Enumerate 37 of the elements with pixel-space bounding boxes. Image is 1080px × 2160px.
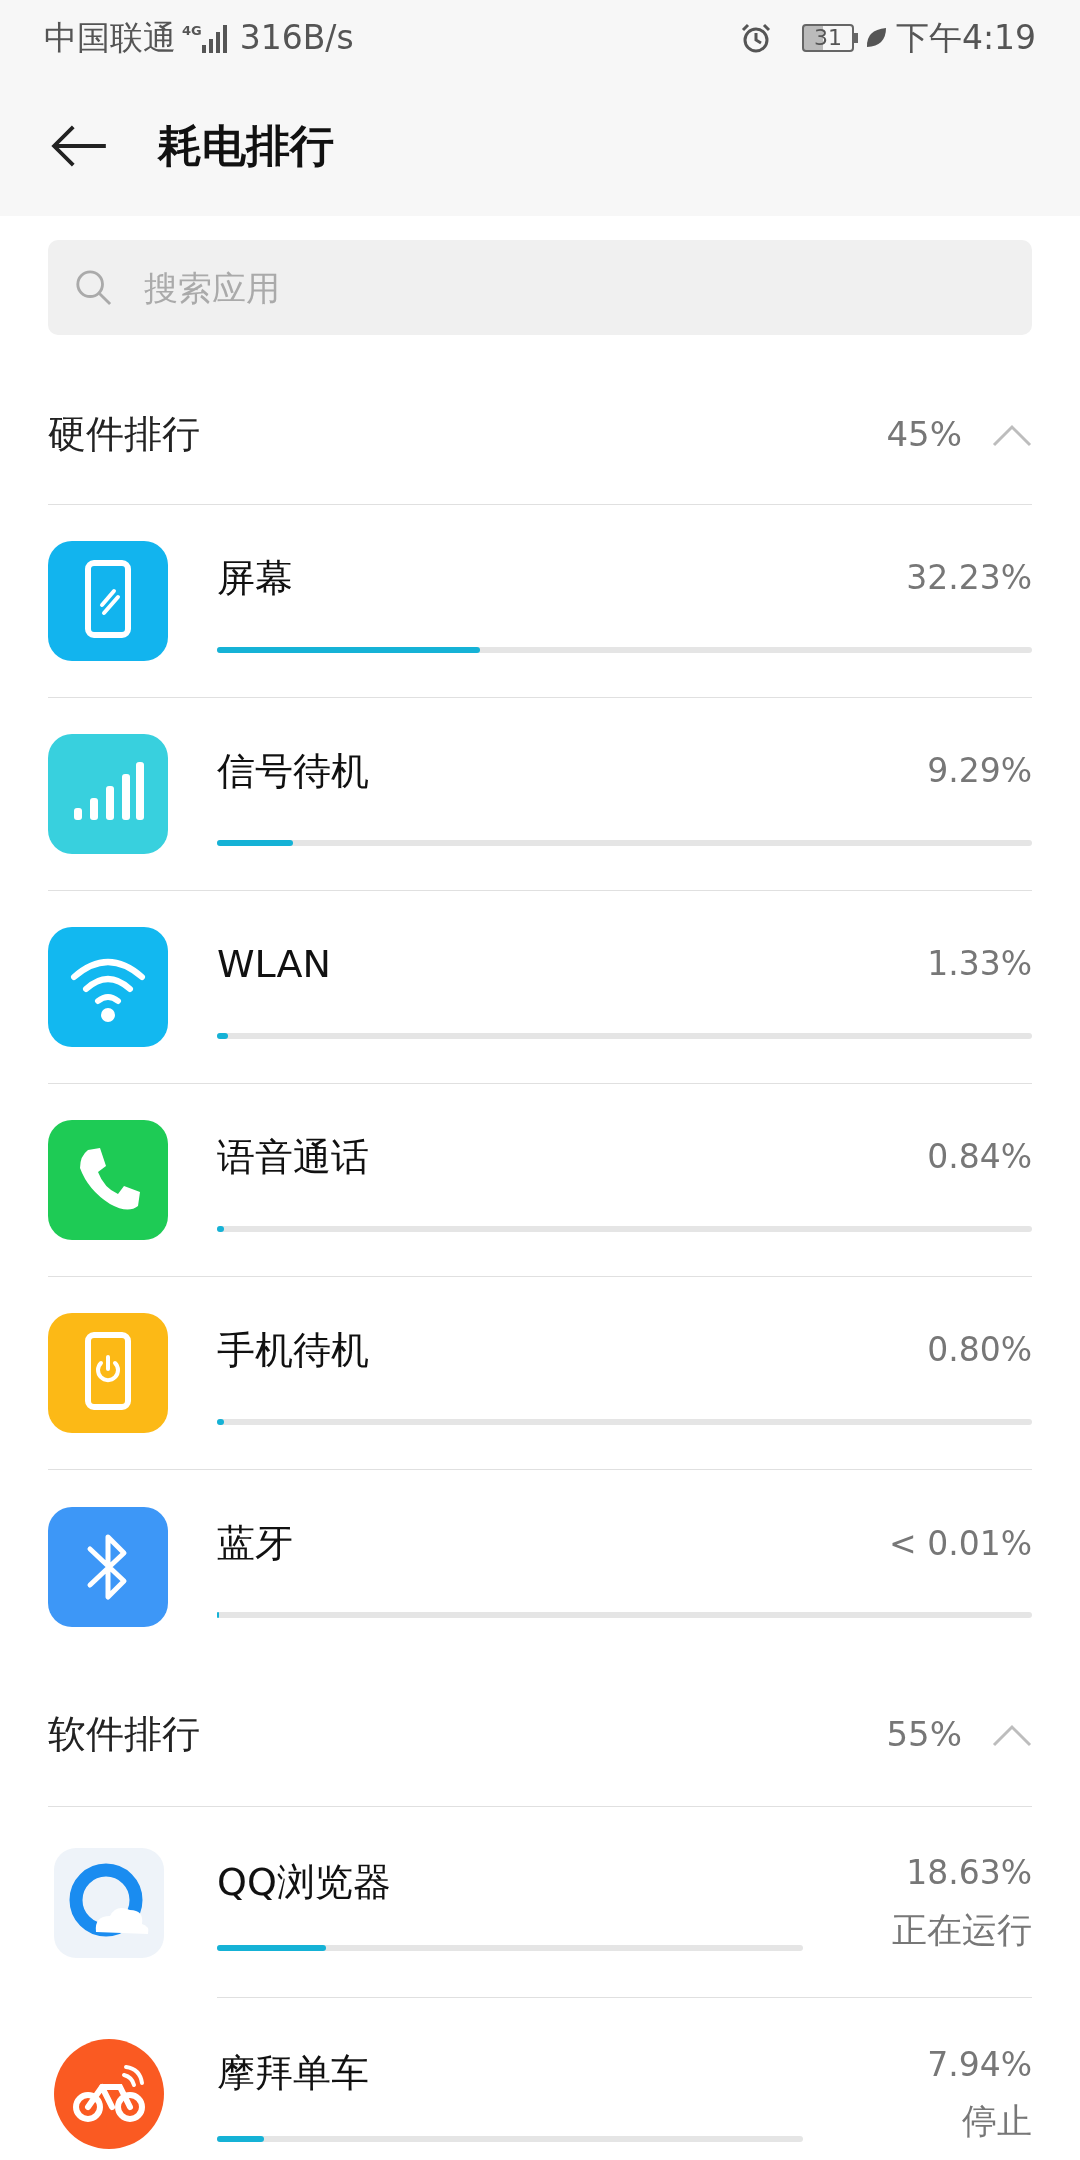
- app-status: 停止: [962, 2100, 1032, 2143]
- app-name: 摩拜单车: [217, 2050, 370, 2097]
- bicycle-app-icon: [54, 2038, 164, 2149]
- hardware-name: 信号待机: [217, 747, 369, 795]
- search-field[interactable]: 搜索应用: [48, 240, 1032, 335]
- app-name: QQ浏览器: [217, 1858, 392, 1906]
- section-total: 55%: [886, 1713, 962, 1756]
- section-total: 45%: [886, 413, 962, 456]
- usage-percent: 9.29%: [927, 750, 1032, 793]
- usage-percent: 32.23%: [906, 557, 1032, 600]
- hardware-name: 蓝牙: [217, 1520, 293, 1567]
- hardware-name: 语音通话: [217, 1133, 369, 1181]
- chevron-up-icon[interactable]: [992, 422, 1032, 447]
- hardware-name: 屏幕: [217, 554, 293, 602]
- section-title: 硬件排行: [48, 411, 201, 458]
- page-title: 耗电排行: [158, 119, 334, 173]
- search-icon: [74, 268, 112, 306]
- carrier-name: 中国联通: [44, 17, 176, 60]
- network-speed: 316B/s: [239, 17, 354, 60]
- browser-app-icon: [54, 1847, 164, 1958]
- app-status: 正在运行: [892, 1908, 1032, 1952]
- usage-percent: 7.94%: [927, 2043, 1032, 2086]
- usage-percent: 18.63%: [906, 1852, 1032, 1894]
- alarm-icon: [739, 22, 772, 54]
- hardware-name: WLAN: [217, 940, 332, 988]
- usage-percent: 0.84%: [927, 1136, 1032, 1179]
- usage-percent: 1.33%: [927, 943, 1032, 986]
- network-type: 4G: [182, 22, 202, 41]
- signal-strength-icon: [201, 23, 230, 53]
- clock-time: 下午4:19: [895, 17, 1036, 60]
- back-arrow-icon[interactable]: [50, 123, 108, 169]
- section-title: 软件排行: [48, 1711, 201, 1758]
- usage-percent: 0.80%: [927, 1329, 1032, 1372]
- hardware-name: 手机待机: [217, 1326, 369, 1374]
- chevron-up-icon[interactable]: [992, 1722, 1032, 1747]
- battery-indicator: 31: [801, 24, 858, 52]
- usage-percent: < 0.01%: [889, 1522, 1032, 1565]
